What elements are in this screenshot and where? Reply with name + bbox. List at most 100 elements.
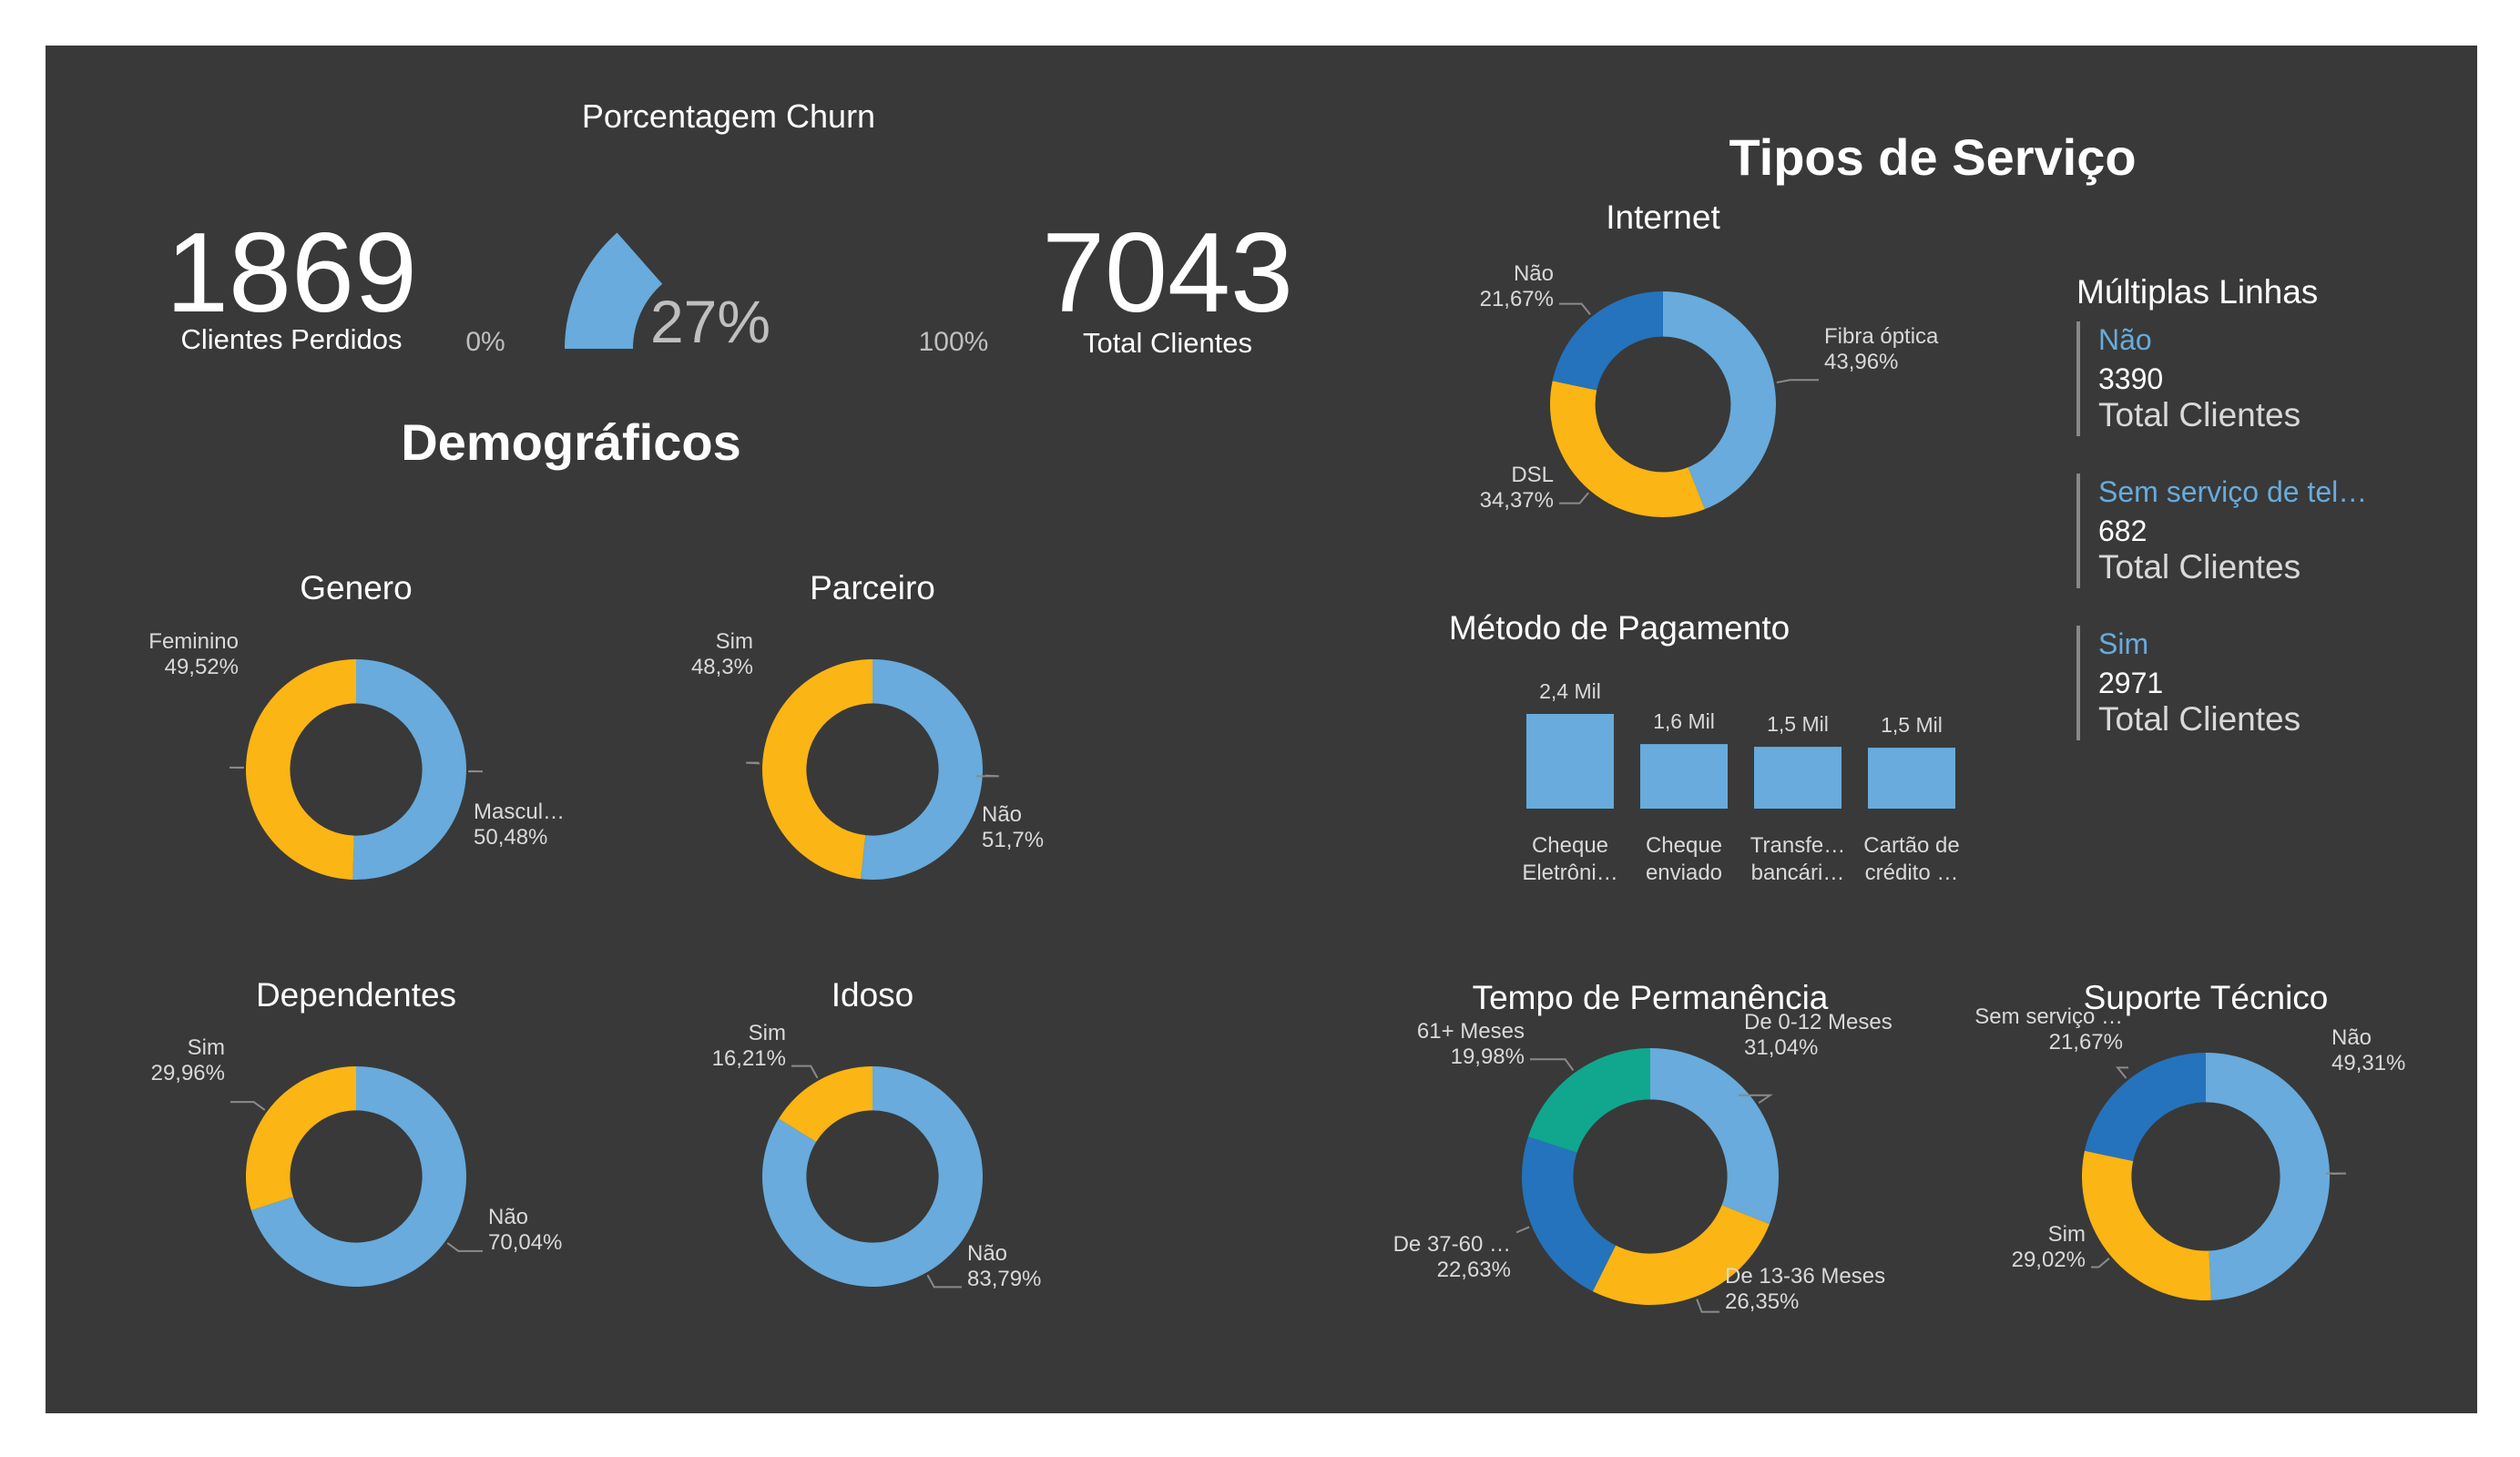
slice-percent: 22,63% (1437, 1258, 1511, 1282)
leader-line (230, 1101, 266, 1111)
bar (1868, 748, 1955, 809)
slice-label: Feminino (148, 629, 239, 654)
section-title-services: Tipos de Serviço (1729, 128, 2136, 186)
card-value: 682 (2098, 515, 2147, 547)
donut-slice (1522, 1136, 1617, 1292)
multiple-lines-card: Sem serviço de tel… 682 Total Clientes (2076, 474, 2367, 588)
slice-label: Não (967, 1241, 1007, 1266)
multiple-lines-title: Múltiplas Linhas (2076, 273, 2318, 311)
chart-parceiro: Parceiro Não51,7% Sim48,3% (691, 569, 1044, 881)
dashboard: 1869 Clientes Perdidos Porcentagem Churn… (46, 46, 2477, 1413)
donut-slice (246, 659, 356, 880)
slice-percent: 31,04% (1744, 1035, 1818, 1060)
card-label: Total Clientes (2098, 700, 2301, 738)
card-category: Sim (2098, 627, 2148, 660)
card-label: Total Clientes (2098, 396, 2301, 433)
charts-layer: Genero Mascul…50,48% Feminino49,52% Parceir… (148, 199, 2405, 1314)
chart-title: Método de Pagamento (1449, 609, 1790, 647)
category-label: Cheque (1646, 833, 1722, 858)
card-category: Sem serviço de tel… (2098, 475, 2367, 508)
category-label: enviado (1646, 861, 1722, 885)
chart-title: Dependentes (256, 976, 456, 1014)
gauge-value-label: 27% (650, 288, 770, 355)
gauge-max-label: 100% (919, 327, 989, 357)
donut-slice (2082, 1150, 2211, 1300)
category-label: Cheque (1532, 833, 1608, 858)
chart-title: Parceiro (810, 569, 935, 606)
slice-percent: 29,02% (2012, 1248, 2086, 1272)
donut-slice (861, 659, 983, 881)
leader-line (446, 1242, 483, 1252)
slice-label: De 13-36 Meses (1725, 1264, 1885, 1289)
slice-percent: 48,3% (691, 655, 753, 679)
chart-genero: Genero Mascul…50,48% Feminino49,52% (148, 569, 565, 880)
slice-label: Não (488, 1205, 528, 1229)
slice-label: Sem serviço … (1974, 1004, 2123, 1029)
chart-title: Internet (1606, 199, 1720, 236)
slice-label: Sim (749, 1021, 786, 1045)
chart-title: Idoso (831, 976, 914, 1014)
slice-percent: 16,21% (712, 1046, 786, 1071)
slice-percent: 50,48% (474, 825, 547, 850)
slice-label: 61+ Meses (1417, 1019, 1525, 1044)
slice-label: Sim (716, 629, 753, 654)
chart-suporte: Suporte TécnicoNão49,31%Sim29,02%Sem ser… (1974, 979, 2405, 1300)
slice-percent: 49,52% (165, 655, 239, 679)
leader-line (2115, 1066, 2128, 1079)
donut-slice (2206, 1053, 2331, 1300)
gauge-title: Porcentagem Churn (582, 97, 875, 135)
donut-slice (761, 659, 872, 880)
category-label: bancári… (1751, 861, 1845, 885)
card-value: 3390 (2098, 362, 2163, 395)
slice-label: DSL (1511, 463, 1554, 487)
slice-label: Não (1514, 261, 1554, 286)
leader-line (1696, 1299, 1719, 1313)
chart-internet: Internet Fibra óptica43,96% DSL34,37% Não21… (1480, 199, 1939, 517)
leader-line (1559, 302, 1591, 315)
multiple-lines-card: Sim 2971 Total Clientes (2076, 626, 2301, 740)
slice-label: Mascul… (474, 800, 565, 824)
chart-dependentes: Dependentes Não70,04% Sim29,96% (151, 976, 562, 1287)
leader-line (2091, 1258, 2110, 1269)
slice-percent: 29,96% (151, 1061, 225, 1085)
chart-permanencia: Tempo de PermanênciaDe 0-12 Meses31,04%D… (1393, 979, 1893, 1314)
leader-line (1515, 1226, 1530, 1234)
dashboard-canvas: 1869 Clientes Perdidos Porcentagem Churn… (148, 97, 2405, 1314)
donut-slice (2084, 1053, 2206, 1162)
category-label: crédito … (1865, 861, 1959, 885)
card-divider (2076, 321, 2080, 436)
category-label: Eletrôni… (1522, 861, 1617, 885)
chart-idoso: Idoso Não83,79% Sim16,21% (712, 976, 1042, 1291)
slice-percent: 21,67% (1480, 287, 1554, 311)
category-label: Cartão de (1863, 833, 1959, 858)
bar (1754, 747, 1842, 809)
kpi-total-label: Total Clientes (1083, 327, 1252, 359)
chart-title: Genero (300, 569, 412, 606)
category-label: Transfe… (1750, 833, 1845, 858)
card-label: Total Clientes (2098, 548, 2301, 586)
slice-percent: 83,79% (967, 1267, 1041, 1291)
slice-percent: 70,04% (488, 1230, 562, 1255)
bar-data-label: 2,4 Mil (1539, 679, 1601, 703)
donut-slice (1650, 1048, 1779, 1225)
donut-slice (1550, 381, 1705, 517)
donut-slice (1552, 291, 1663, 391)
leader-line (976, 774, 999, 778)
section-title-demographics: Demográficos (401, 413, 740, 471)
slice-percent: 51,7% (982, 828, 1044, 852)
bar-data-label: 1,5 Mil (1767, 712, 1829, 736)
card-divider (2076, 474, 2080, 588)
bar-data-label: 1,5 Mil (1881, 713, 1943, 737)
card-category: Não (2098, 323, 2152, 356)
leader-line (926, 1274, 962, 1289)
kpi-lost-label: Clientes Perdidos (181, 323, 403, 355)
slice-percent: 34,37% (1480, 488, 1554, 513)
slice-label: Sim (188, 1035, 225, 1060)
slice-percent: 49,31% (2331, 1051, 2405, 1075)
kpi-lost-value: 1869 (166, 210, 417, 336)
slice-label: De 37-60 … (1393, 1232, 1511, 1257)
card-value: 2971 (2098, 667, 2163, 699)
slice-percent: 19,98% (1451, 1044, 1525, 1069)
bar (1526, 714, 1614, 809)
slice-percent: 43,96% (1824, 350, 1898, 374)
